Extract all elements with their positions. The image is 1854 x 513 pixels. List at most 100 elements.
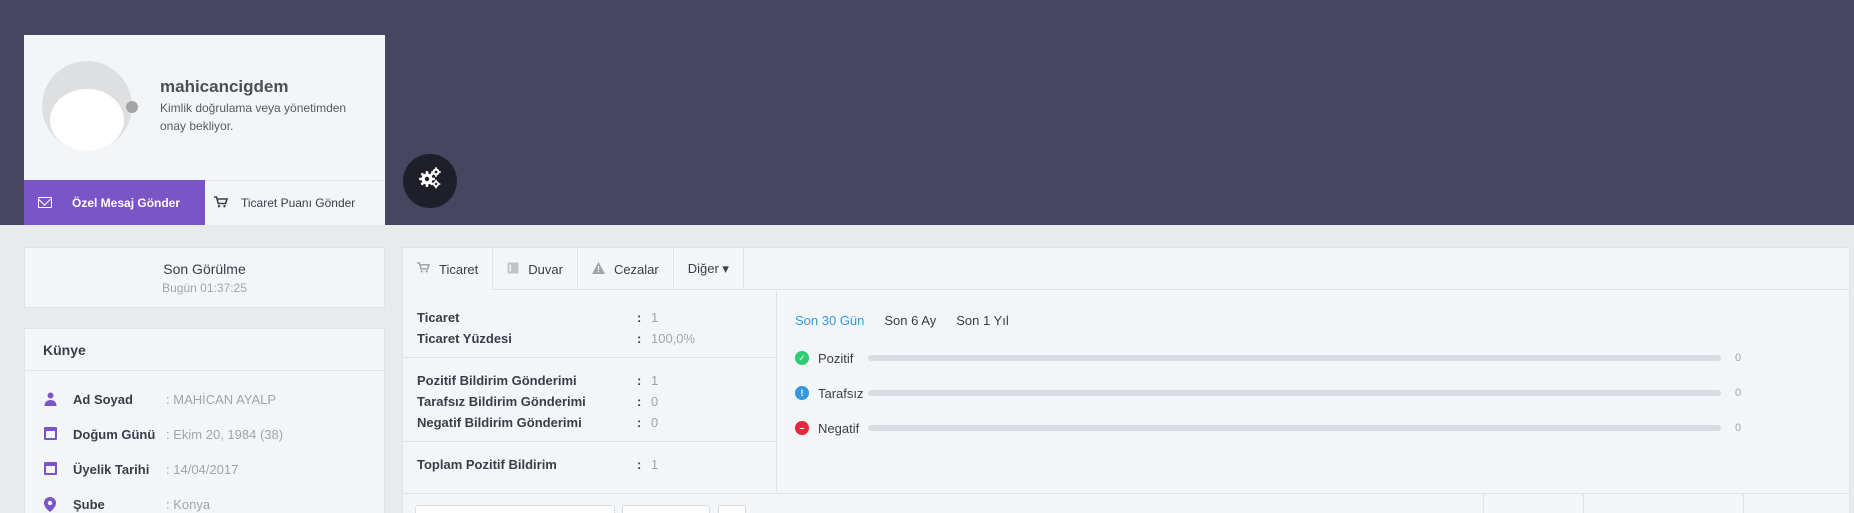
filter-select-secondary[interactable] bbox=[622, 505, 710, 513]
range-30-days[interactable]: Son 30 Gün bbox=[795, 313, 864, 328]
kunye-separator: : bbox=[166, 391, 170, 407]
verification-note: Kimlik doğrulama veya yönetimden onay be… bbox=[160, 101, 347, 133]
stat-key: Ticaret Yüzdesi bbox=[417, 330, 512, 346]
last-seen-title: Son Görülme bbox=[163, 261, 246, 277]
stat-row: Ticaret:1 bbox=[417, 308, 658, 326]
kunye-separator: : bbox=[166, 426, 170, 442]
column-divider bbox=[1483, 494, 1484, 513]
info-circle-icon: ! bbox=[795, 386, 809, 400]
rating-row-negative: – Negatif 0 bbox=[795, 419, 1741, 437]
username: mahicancigdem bbox=[160, 77, 289, 96]
stat-separator: : bbox=[637, 414, 642, 430]
rating-label: Pozitif bbox=[818, 350, 854, 366]
range-6-months[interactable]: Son 6 Ay bbox=[884, 313, 936, 328]
stat-key: Pozitif Bildirim Gönderimi bbox=[417, 372, 577, 388]
time-range-tabs: Son 30 Gün Son 6 Ay Son 1 Yıl bbox=[795, 313, 1029, 328]
stat-value: 0 bbox=[651, 393, 659, 409]
kunye-separator: : bbox=[166, 496, 170, 512]
stat-key: Negatif Bildirim Gönderimi bbox=[417, 414, 582, 430]
profile-tabs: Ticaret Duvar Cezalar Diğer ▾ bbox=[403, 248, 1851, 290]
cart-icon bbox=[417, 262, 431, 276]
calendar-icon bbox=[43, 427, 57, 441]
stat-separator: : bbox=[637, 393, 642, 409]
rating-row-neutral: ! Tarafsız 0 bbox=[795, 384, 1741, 402]
stat-row: Tarafsız Bildirim Gönderimi:0 bbox=[417, 392, 658, 410]
settings-gears-button[interactable] bbox=[403, 154, 457, 208]
tab-label: Ticaret bbox=[439, 261, 479, 277]
gears-icon bbox=[417, 165, 443, 197]
envelope-icon bbox=[38, 197, 52, 208]
tab-label: Diğer ▾ bbox=[687, 261, 729, 276]
stat-row: Negatif Bildirim Gönderimi:0 bbox=[417, 413, 658, 431]
kunye-panel: Künye Ad Soyad : MAHİCAN AYALP Doğum Gün… bbox=[24, 328, 385, 513]
profile-card: mahicancigdem Kimlik doğrulama veya yöne… bbox=[24, 35, 385, 225]
rating-count: 0 bbox=[1735, 422, 1742, 434]
rating-row-positive: ✓ Pozitif 0 bbox=[795, 349, 1741, 367]
stat-value: 0 bbox=[651, 414, 659, 430]
tab-label: Cezalar bbox=[613, 261, 659, 277]
kunye-row-name: Ad Soyad : MAHİCAN AYALP bbox=[43, 389, 276, 409]
stat-value: 1 bbox=[651, 456, 659, 472]
stat-row: Pozitif Bildirim Gönderimi:1 bbox=[417, 371, 658, 389]
rating-count: 0 bbox=[1735, 387, 1742, 399]
stat-value: 100,0% bbox=[651, 330, 696, 346]
last-seen-value: Bugün 01:37:25 bbox=[162, 281, 247, 295]
send-trade-score-label: Ticaret Puanı Gönder bbox=[241, 196, 356, 210]
last-seen-panel: Son Görülme Bugün 01:37:25 bbox=[24, 247, 385, 308]
kunye-value: 14/04/2017 bbox=[173, 461, 239, 477]
stats-divider bbox=[403, 441, 777, 442]
kunye-label: Şube bbox=[73, 496, 105, 512]
location-pin-icon bbox=[43, 497, 57, 512]
calendar-icon bbox=[43, 462, 57, 476]
rating-bar-track bbox=[868, 355, 1721, 361]
kunye-row-membership-date: Üyelik Tarihi : 14/04/2017 bbox=[43, 459, 238, 479]
column-divider bbox=[1743, 494, 1744, 513]
stat-key: Ticaret bbox=[417, 309, 460, 325]
filter-button[interactable] bbox=[718, 505, 746, 513]
warning-icon bbox=[591, 261, 605, 277]
send-private-message-label: Özel Mesaj Gönder bbox=[72, 195, 181, 210]
filter-select[interactable] bbox=[415, 505, 615, 513]
cart-icon bbox=[214, 195, 229, 211]
rating-bar-track bbox=[868, 390, 1721, 396]
tab-wall[interactable]: Duvar bbox=[493, 248, 578, 290]
stats-divider bbox=[403, 357, 777, 358]
tab-trade[interactable]: Ticaret bbox=[403, 248, 494, 290]
stat-separator: : bbox=[637, 456, 642, 472]
stat-value: 1 bbox=[651, 372, 659, 388]
rating-count: 0 bbox=[1735, 352, 1742, 364]
kunye-row-birthday: Doğum Günü : Ekim 20, 1984 (38) bbox=[43, 424, 283, 444]
stat-key: Toplam Pozitif Bildirim bbox=[417, 456, 557, 472]
stat-separator: : bbox=[637, 372, 642, 388]
rating-label: Tarafsız bbox=[818, 385, 864, 401]
send-trade-score-button[interactable]: Ticaret Puanı Gönder bbox=[205, 180, 385, 225]
tab-penalties[interactable]: Cezalar bbox=[578, 248, 674, 290]
check-circle-icon: ✓ bbox=[795, 351, 809, 365]
trade-stats: Ticaret:1 Ticaret Yüzdesi:100,0% Pozitif… bbox=[403, 291, 777, 491]
stat-separator: : bbox=[637, 330, 642, 346]
rating-bar-track bbox=[868, 425, 1721, 431]
kunye-label: Ad Soyad bbox=[73, 391, 133, 407]
kunye-label: Üyelik Tarihi bbox=[73, 461, 150, 477]
avatar[interactable] bbox=[42, 61, 132, 151]
user-icon bbox=[43, 392, 57, 406]
stat-row: Ticaret Yüzdesi:100,0% bbox=[417, 329, 695, 347]
range-1-year[interactable]: Son 1 Yıl bbox=[956, 313, 1009, 328]
minus-circle-icon: – bbox=[795, 421, 809, 435]
kunye-value: MAHİCAN AYALP bbox=[173, 391, 277, 407]
kunye-value: Konya bbox=[173, 496, 211, 512]
send-private-message-button[interactable]: Özel Mesaj Gönder bbox=[24, 180, 205, 225]
stat-separator: : bbox=[637, 309, 642, 325]
kunye-separator: : bbox=[166, 461, 170, 477]
online-status-dot bbox=[126, 101, 138, 113]
column-divider bbox=[1583, 494, 1584, 513]
kunye-title: Künye bbox=[25, 329, 384, 371]
stat-value: 1 bbox=[651, 309, 659, 325]
tab-other-dropdown[interactable]: Diğer ▾ bbox=[674, 248, 744, 290]
book-icon bbox=[507, 262, 519, 277]
feedback-filter-bar bbox=[403, 493, 1851, 513]
stat-row: Toplam Pozitif Bildirim:1 bbox=[417, 455, 658, 473]
kunye-label: Doğum Günü bbox=[73, 426, 156, 442]
stat-key: Tarafsız Bildirim Gönderimi bbox=[417, 393, 586, 409]
rating-label: Negatif bbox=[818, 420, 860, 436]
